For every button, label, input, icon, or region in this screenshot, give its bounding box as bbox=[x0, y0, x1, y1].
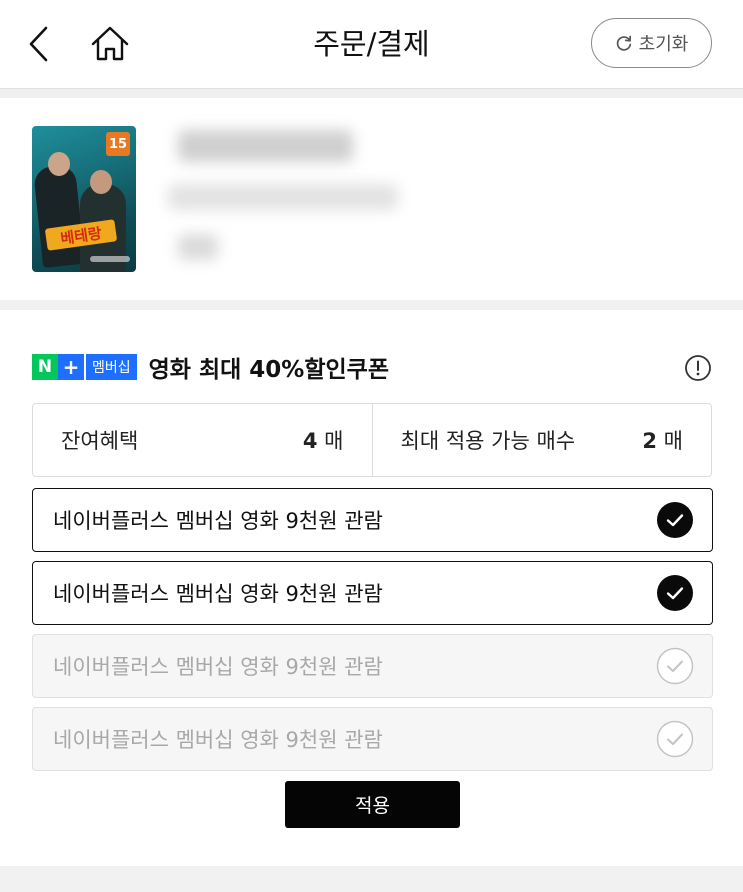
coupon-item-label: 네이버플러스 멤버십 영화 9천원 관람 bbox=[53, 655, 383, 679]
coupon-item[interactable]: 네이버플러스 멤버십 영화 9천원 관람 bbox=[32, 488, 713, 552]
check-circle-filled-icon bbox=[657, 575, 693, 611]
apply-button[interactable]: 적용 bbox=[285, 781, 460, 828]
remaining-benefits-unit: 매 bbox=[324, 429, 344, 453]
max-applicable-unit: 매 bbox=[663, 429, 683, 453]
coupon-item-label: 네이버플러스 멤버십 영화 9천원 관람 bbox=[53, 728, 383, 752]
divider bbox=[0, 866, 743, 892]
coupon-item-label: 네이버플러스 멤버십 영화 9천원 관람 bbox=[53, 582, 383, 606]
max-applicable-label: 최대 적용 가능 매수 bbox=[400, 429, 576, 453]
remaining-benefits-label: 잔여혜택 bbox=[61, 429, 139, 453]
age-rating-badge: 15 bbox=[106, 132, 130, 156]
divider bbox=[0, 300, 743, 310]
coupon-list: 네이버플러스 멤버십 영화 9천원 관람 네이버플러스 멤버십 영화 9천원 관… bbox=[32, 488, 713, 780]
back-button[interactable] bbox=[22, 22, 58, 66]
coupon-item[interactable]: 네이버플러스 멤버십 영화 9천원 관람 bbox=[32, 707, 713, 771]
reset-button[interactable]: 초기화 bbox=[591, 18, 712, 68]
movie-poster: 베테랑 15 bbox=[32, 126, 136, 272]
max-applicable: 최대 적용 가능 매수 2 매 bbox=[371, 404, 712, 476]
naver-plus-membership-badge: N + 멤버십 bbox=[32, 354, 137, 380]
membership-label: 멤버십 bbox=[86, 354, 137, 380]
coupon-title: 영화 최대 40%할인쿠폰 bbox=[148, 357, 389, 383]
refresh-icon bbox=[616, 35, 631, 51]
coupon-item[interactable]: 네이버플러스 멤버십 영화 9천원 관람 bbox=[32, 634, 713, 698]
header-bar: 주문/결제 초기화 bbox=[0, 0, 743, 88]
divider bbox=[0, 88, 743, 98]
coupon-section: N + 멤버십 영화 최대 40%할인쿠폰 잔여혜택 4 매 최대 적용 가능 … bbox=[0, 310, 743, 866]
reset-label: 초기화 bbox=[638, 34, 689, 55]
remaining-benefits-count: 4 bbox=[302, 429, 318, 453]
check-circle-filled-icon bbox=[657, 502, 693, 538]
plus-logo: + bbox=[58, 354, 84, 380]
coupon-header: N + 멤버십 영화 최대 40%할인쿠폰 bbox=[32, 350, 389, 384]
coupon-summary-box: 잔여혜택 4 매 최대 적용 가능 매수 2 매 bbox=[32, 403, 712, 477]
movie-info-section: 베테랑 15 bbox=[0, 98, 743, 300]
info-circle-icon bbox=[685, 355, 711, 381]
info-button[interactable] bbox=[684, 354, 712, 382]
check-circle-outline-icon bbox=[656, 647, 694, 685]
home-icon bbox=[91, 26, 129, 61]
blurred-movie-details bbox=[164, 124, 414, 272]
max-applicable-count: 2 bbox=[642, 429, 657, 453]
naver-n-logo: N bbox=[32, 354, 58, 380]
coupon-item[interactable]: 네이버플러스 멤버십 영화 9천원 관람 bbox=[32, 561, 713, 625]
home-button[interactable] bbox=[88, 22, 132, 66]
check-circle-outline-icon bbox=[656, 720, 694, 758]
remaining-benefits: 잔여혜택 4 매 bbox=[33, 404, 372, 476]
chevron-left-icon bbox=[29, 26, 48, 62]
coupon-item-label: 네이버플러스 멤버십 영화 9천원 관람 bbox=[53, 509, 383, 533]
